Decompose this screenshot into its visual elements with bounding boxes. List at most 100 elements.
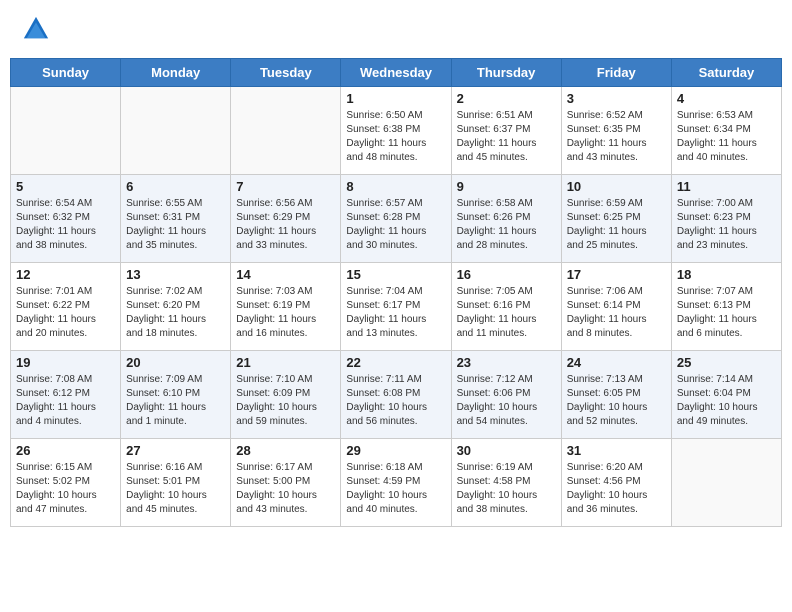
day-number: 25: [677, 355, 776, 370]
calendar-day-15: 15 Sunrise: 7:04 AMSunset: 6:17 PMDayligh…: [341, 263, 451, 351]
weekday-header-wednesday: Wednesday: [341, 59, 451, 87]
calendar-day-7: 7 Sunrise: 6:56 AMSunset: 6:29 PMDaylight…: [231, 175, 341, 263]
day-number: 19: [16, 355, 115, 370]
day-info: Sunrise: 6:16 AMSunset: 5:01 PMDaylight:…: [126, 461, 225, 517]
calendar-day-29: 29Sunrise: 6:18 AMSunset: 4:59 PMDayligh…: [341, 439, 451, 527]
calendar-day-25: 25 Sunrise: 7:14 AMSunset: 6:04 PMDayligh…: [671, 351, 781, 439]
calendar-day-17: 17 Sunrise: 7:06 AMSunset: 6:14 PMDayligh…: [561, 263, 671, 351]
day-info: Sunrise: 6:53 AMSunset: 6:34 PMDaylight:…: [677, 109, 776, 165]
day-info: Sunrise: 7:13 AMSunset: 6:05 PMDaylight:…: [567, 373, 666, 429]
calendar-table: SundayMondayTuesdayWednesdayThursdayFrid…: [10, 58, 782, 527]
page-header: [10, 10, 782, 48]
day-number: 29: [346, 443, 445, 458]
calendar-day-16: 16 Sunrise: 7:05 AMSunset: 6:16 PMDayligh…: [451, 263, 561, 351]
calendar-day-30: 30 Sunrise: 6:19 AMSunset: 4:58 PMDayligh…: [451, 439, 561, 527]
calendar-day-2: 2Sunrise: 6:51 AMSunset: 6:37 PMDaylight…: [451, 87, 561, 175]
day-info: Sunrise: 6:54 AMSunset: 6:32 PMDaylight:…: [16, 197, 115, 253]
day-number: 14: [236, 267, 335, 282]
calendar-day-24: 24 Sunrise: 7:13 AMSunset: 6:05 PMDayligh…: [561, 351, 671, 439]
day-number: 26: [16, 443, 115, 458]
weekday-header-saturday: Saturday: [671, 59, 781, 87]
weekday-header-friday: Friday: [561, 59, 671, 87]
calendar-day-19: 19 Sunrise: 7:08 AMSunset: 6:12 PMDayligh…: [11, 351, 121, 439]
day-info: Sunrise: 6:20 AMSunset: 4:56 PMDaylight:…: [567, 461, 666, 517]
day-number: 27: [126, 443, 225, 458]
day-info: Sunrise: 6:55 AMSunset: 6:31 PMDaylight:…: [126, 197, 225, 253]
day-info: Sunrise: 7:04 AMSunset: 6:17 PMDaylight:…: [346, 285, 445, 341]
logo-icon: [22, 15, 50, 43]
day-info: Sunrise: 7:11 AMSunset: 6:08 PMDaylight:…: [346, 373, 445, 429]
day-number: 12: [16, 267, 115, 282]
day-number: 6: [126, 179, 225, 194]
weekday-header-tuesday: Tuesday: [231, 59, 341, 87]
calendar-day-11: 11 Sunrise: 7:00 AMSunset: 6:23 PMDayligh…: [671, 175, 781, 263]
day-info: Sunrise: 6:19 AMSunset: 4:58 PMDaylight:…: [457, 461, 556, 517]
day-number: 20: [126, 355, 225, 370]
day-info: Sunrise: 6:58 AMSunset: 6:26 PMDaylight:…: [457, 197, 556, 253]
calendar-day-26: 26Sunrise: 6:15 AMSunset: 5:02 PMDayligh…: [11, 439, 121, 527]
day-info: Sunrise: 7:00 AMSunset: 6:23 PMDaylight:…: [677, 197, 776, 253]
weekday-header-monday: Monday: [121, 59, 231, 87]
day-number: 31: [567, 443, 666, 458]
calendar-day-5: 5 Sunrise: 6:54 AMSunset: 6:32 PMDaylight…: [11, 175, 121, 263]
day-number: 5: [16, 179, 115, 194]
day-info: Sunrise: 6:17 AMSunset: 5:00 PMDaylight:…: [236, 461, 335, 517]
calendar-day-13: 13 Sunrise: 7:02 AMSunset: 6:20 PMDayligh…: [121, 263, 231, 351]
day-number: 16: [457, 267, 556, 282]
calendar-day-23: 23 Sunrise: 7:12 AMSunset: 6:06 PMDayligh…: [451, 351, 561, 439]
weekday-header-row: SundayMondayTuesdayWednesdayThursdayFrid…: [11, 59, 782, 87]
calendar-day-9: 9Sunrise: 6:58 AMSunset: 6:26 PMDaylight…: [451, 175, 561, 263]
day-info: Sunrise: 7:02 AMSunset: 6:20 PMDaylight:…: [126, 285, 225, 341]
day-info: Sunrise: 6:57 AMSunset: 6:28 PMDaylight:…: [346, 197, 445, 253]
day-number: 4: [677, 91, 776, 106]
day-number: 17: [567, 267, 666, 282]
calendar-day-6: 6 Sunrise: 6:55 AMSunset: 6:31 PMDaylight…: [121, 175, 231, 263]
day-info: Sunrise: 7:12 AMSunset: 6:06 PMDaylight:…: [457, 373, 556, 429]
calendar-day-3: 3 Sunrise: 6:52 AMSunset: 6:35 PMDaylight…: [561, 87, 671, 175]
calendar-empty-cell: [231, 87, 341, 175]
day-info: Sunrise: 6:56 AMSunset: 6:29 PMDaylight:…: [236, 197, 335, 253]
day-info: Sunrise: 7:10 AMSunset: 6:09 PMDaylight:…: [236, 373, 335, 429]
day-info: Sunrise: 7:03 AMSunset: 6:19 PMDaylight:…: [236, 285, 335, 341]
calendar-day-22: 22Sunrise: 7:11 AMSunset: 6:08 PMDayligh…: [341, 351, 451, 439]
calendar-day-12: 12 Sunrise: 7:01 AMSunset: 6:22 PMDayligh…: [11, 263, 121, 351]
weekday-header-thursday: Thursday: [451, 59, 561, 87]
day-number: 24: [567, 355, 666, 370]
day-number: 21: [236, 355, 335, 370]
calendar-day-21: 21 Sunrise: 7:10 AMSunset: 6:09 PMDayligh…: [231, 351, 341, 439]
day-number: 18: [677, 267, 776, 282]
day-number: 11: [677, 179, 776, 194]
day-info: Sunrise: 7:01 AMSunset: 6:22 PMDaylight:…: [16, 285, 115, 341]
calendar-day-4: 4 Sunrise: 6:53 AMSunset: 6:34 PMDaylight…: [671, 87, 781, 175]
day-info: Sunrise: 6:59 AMSunset: 6:25 PMDaylight:…: [567, 197, 666, 253]
day-number: 30: [457, 443, 556, 458]
day-info: Sunrise: 7:06 AMSunset: 6:14 PMDaylight:…: [567, 285, 666, 341]
day-info: Sunrise: 7:08 AMSunset: 6:12 PMDaylight:…: [16, 373, 115, 429]
calendar-day-28: 28 Sunrise: 6:17 AMSunset: 5:00 PMDayligh…: [231, 439, 341, 527]
day-number: 15: [346, 267, 445, 282]
day-number: 7: [236, 179, 335, 194]
weekday-header-sunday: Sunday: [11, 59, 121, 87]
calendar-empty-cell: [121, 87, 231, 175]
day-info: Sunrise: 6:50 AMSunset: 6:38 PMDaylight:…: [346, 109, 445, 165]
day-number: 23: [457, 355, 556, 370]
calendar-week-row: 1Sunrise: 6:50 AMSunset: 6:38 PMDaylight…: [11, 87, 782, 175]
calendar-day-27: 27 Sunrise: 6:16 AMSunset: 5:01 PMDayligh…: [121, 439, 231, 527]
calendar-day-14: 14 Sunrise: 7:03 AMSunset: 6:19 PMDayligh…: [231, 263, 341, 351]
day-info: Sunrise: 7:05 AMSunset: 6:16 PMDaylight:…: [457, 285, 556, 341]
day-info: Sunrise: 6:52 AMSunset: 6:35 PMDaylight:…: [567, 109, 666, 165]
calendar-day-18: 18Sunrise: 7:07 AMSunset: 6:13 PMDayligh…: [671, 263, 781, 351]
calendar-week-row: 5 Sunrise: 6:54 AMSunset: 6:32 PMDaylight…: [11, 175, 782, 263]
calendar-empty-cell: [671, 439, 781, 527]
day-number: 2: [457, 91, 556, 106]
logo: [20, 15, 52, 43]
day-number: 28: [236, 443, 335, 458]
day-number: 13: [126, 267, 225, 282]
day-number: 3: [567, 91, 666, 106]
calendar-day-10: 10 Sunrise: 6:59 AMSunset: 6:25 PMDayligh…: [561, 175, 671, 263]
calendar-day-20: 20 Sunrise: 7:09 AMSunset: 6:10 PMDayligh…: [121, 351, 231, 439]
day-info: Sunrise: 7:14 AMSunset: 6:04 PMDaylight:…: [677, 373, 776, 429]
day-info: Sunrise: 7:09 AMSunset: 6:10 PMDaylight:…: [126, 373, 225, 429]
day-number: 10: [567, 179, 666, 194]
calendar-empty-cell: [11, 87, 121, 175]
